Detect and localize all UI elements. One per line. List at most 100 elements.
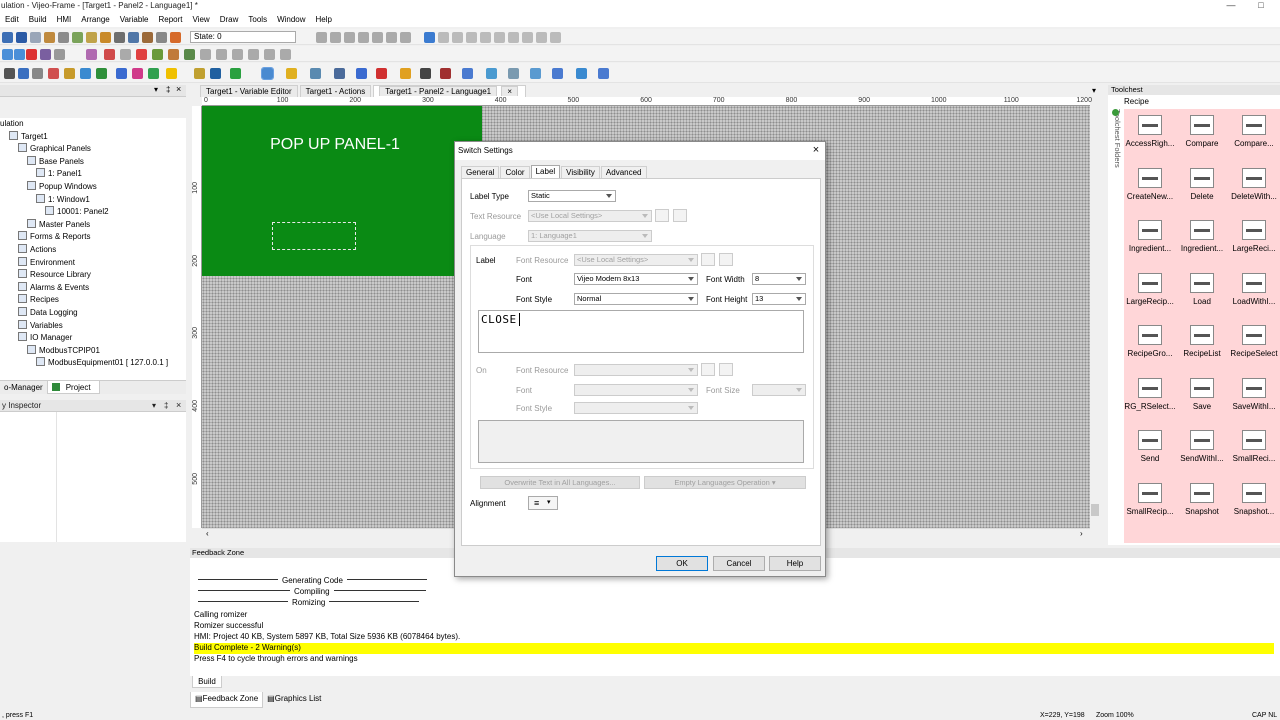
arc-icon[interactable]: [64, 68, 75, 79]
lock-icon[interactable]: [142, 32, 153, 43]
table-icon[interactable]: [486, 68, 497, 79]
font-combo[interactable]: Vijeo Modern 8x13: [574, 273, 698, 285]
bottom-icon[interactable]: [280, 49, 291, 60]
tree-item[interactable]: 10001: Panel2: [0, 206, 186, 219]
meter-icon[interactable]: [376, 68, 387, 79]
copy-icon[interactable]: [72, 32, 83, 43]
tree-item[interactable]: ModbusTCPIP01: [0, 344, 186, 358]
nav-back-icon[interactable]: [316, 32, 327, 43]
tree-item[interactable]: Alarms & Events: [0, 281, 186, 295]
tree-item[interactable]: Resource Library: [0, 269, 186, 282]
toolchest-item[interactable]: Load: [1176, 267, 1228, 319]
find-icon[interactable]: [358, 32, 369, 43]
menu-draw[interactable]: Draw: [215, 13, 244, 27]
on-text-editor[interactable]: [478, 420, 804, 463]
toolchest-item[interactable]: Snapshot...: [1228, 477, 1280, 529]
switch-icon[interactable]: [261, 67, 274, 80]
duplicate-icon[interactable]: [466, 32, 477, 43]
toolchest-item[interactable]: Compare...: [1228, 109, 1280, 161]
tree-item[interactable]: Target1: [0, 130, 186, 144]
dialog-close-icon[interactable]: ×: [809, 142, 823, 160]
tree-item[interactable]: 1: Window1: [0, 193, 186, 207]
label-text-editor[interactable]: CLOSE: [478, 310, 804, 353]
delete-icon[interactable]: [452, 32, 463, 43]
toolchest-item[interactable]: AccessRigh...: [1124, 109, 1176, 161]
order-icon[interactable]: [184, 49, 195, 60]
tab-build[interactable]: Build: [192, 676, 222, 688]
tree-item[interactable]: Data Logging: [0, 306, 186, 320]
toolchest-item[interactable]: Snapshot: [1176, 477, 1228, 529]
download-icon[interactable]: [114, 32, 125, 43]
rotate-icon[interactable]: [550, 32, 561, 43]
font-width-combo[interactable]: 8: [752, 273, 806, 285]
top-icon[interactable]: [264, 49, 275, 60]
tab-close-icon[interactable]: ×: [501, 86, 519, 96]
font-height-combo[interactable]: 13: [752, 293, 806, 305]
toolchest-item[interactable]: RG_RSelect...: [1124, 372, 1176, 424]
label-type-combo[interactable]: Static: [528, 190, 616, 202]
close-panel-icon[interactable]: ×: [176, 84, 181, 94]
grid-icon[interactable]: [386, 32, 397, 43]
empty-languages-button[interactable]: Empty Languages Operation ▾: [644, 476, 806, 489]
menu-tools[interactable]: Tools: [243, 13, 272, 27]
nav-forward-icon[interactable]: [330, 32, 341, 43]
ungroup-icon[interactable]: [508, 32, 519, 43]
minimize-icon[interactable]: —: [1220, 0, 1242, 12]
bar-graph-icon[interactable]: [356, 68, 367, 79]
zoom-icon[interactable]: [530, 68, 541, 79]
group-icon[interactable]: [494, 32, 505, 43]
on-font-resource-edit-icon[interactable]: [719, 363, 733, 376]
mirror-icon[interactable]: [216, 49, 227, 60]
toolchest-item[interactable]: Ingredient...: [1176, 214, 1228, 266]
new-icon[interactable]: [2, 32, 13, 43]
cut-icon[interactable]: [58, 32, 69, 43]
tab-advanced[interactable]: Advanced: [600, 166, 647, 178]
tab-feedback-zone[interactable]: ▤Feedback Zone: [190, 692, 264, 708]
toolchest-item[interactable]: RecipeSelect: [1228, 319, 1280, 371]
tab-io-manager[interactable]: o-Manager: [0, 381, 47, 394]
tree-item[interactable]: Variables: [0, 319, 186, 333]
toolchest-item[interactable]: SmallReci...: [1228, 424, 1280, 476]
tree-item[interactable]: Environment: [0, 256, 186, 270]
tab-color[interactable]: Color: [500, 166, 530, 178]
text-resource-combo[interactable]: <Use Local Settings>: [528, 210, 652, 222]
redo-icon[interactable]: [438, 32, 449, 43]
on-font-combo[interactable]: [574, 384, 698, 396]
inspector-pin-icon[interactable]: ▾: [152, 400, 156, 412]
polyline-icon[interactable]: [32, 68, 43, 79]
pin-icon[interactable]: ▾: [154, 85, 158, 94]
text-resource-edit-icon[interactable]: [673, 209, 687, 222]
help-button[interactable]: Help: [769, 556, 821, 571]
tab-label[interactable]: Label: [530, 165, 561, 179]
tab-panel2[interactable]: Target1 - Panel2 - Language1 ×: [373, 85, 527, 97]
rectangle-icon[interactable]: [96, 68, 107, 79]
build-icon[interactable]: [100, 32, 111, 43]
toolchest-item[interactable]: Compare: [1176, 109, 1228, 161]
tree-item[interactable]: ModbusEquipment01 [ 127.0.0.1 ]: [0, 357, 186, 370]
maximize-icon[interactable]: □: [1250, 0, 1272, 12]
on-font-style-combo[interactable]: [574, 402, 698, 414]
pointer-icon[interactable]: [14, 49, 25, 60]
toolchest-item[interactable]: SmallRecip...: [1124, 477, 1176, 529]
tree-item[interactable]: Master Panels: [0, 218, 186, 232]
menu-arrange[interactable]: Arrange: [76, 13, 114, 27]
scroll-left-icon[interactable]: ‹: [206, 529, 209, 538]
toolchest-item[interactable]: LargeRecip...: [1124, 267, 1176, 319]
on-font-size-combo[interactable]: [752, 384, 806, 396]
center-icon[interactable]: [232, 49, 243, 60]
link-icon[interactable]: [508, 68, 519, 79]
tree-item[interactable]: Popup Windows: [0, 180, 186, 194]
clipboard-icon[interactable]: [480, 32, 491, 43]
state-combo[interactable]: State: 0: [190, 31, 296, 43]
toolchest-folders-label[interactable]: Toolchest Folders: [1110, 109, 1122, 249]
star-icon[interactable]: [132, 68, 143, 79]
inspector-close-icon[interactable]: ×: [176, 399, 181, 411]
tree-item[interactable]: Graphical Panels: [0, 143, 186, 156]
toolchest-item[interactable]: Ingredient...: [1124, 214, 1176, 266]
font-resource-browse-icon[interactable]: [701, 253, 715, 266]
toolchest-item[interactable]: Save: [1176, 372, 1228, 424]
alignment-dropdown[interactable]: ≡ ▾: [528, 496, 558, 510]
on-font-resource-browse-icon[interactable]: [701, 363, 715, 376]
menu-window[interactable]: Window: [272, 13, 310, 27]
dot-icon[interactable]: [4, 68, 15, 79]
